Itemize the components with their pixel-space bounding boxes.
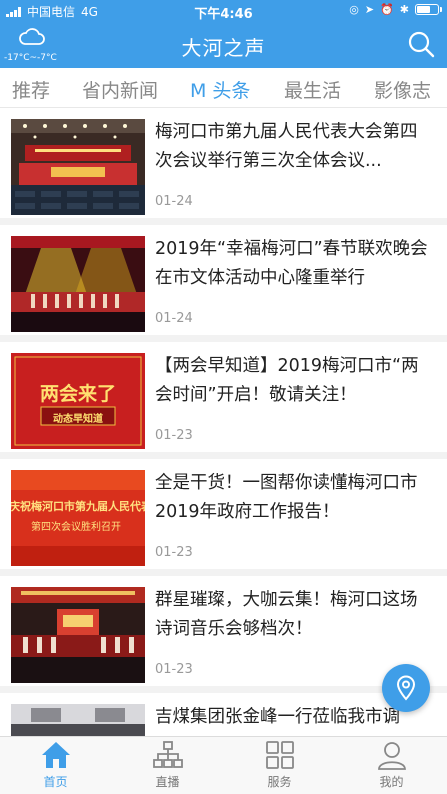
nav-home[interactable]: 首页 [0,737,111,794]
news-item[interactable]: 群星璀璨，大咖云集！梅河口这场诗词音乐会够档次！ 01-23 [0,576,447,686]
nav-live-label: 直播 [155,775,180,789]
search-icon [408,31,435,58]
news-item[interactable]: 梅河口市第九届人民代表大会第四次会议举行第三次全体会议... 01-24 [0,108,447,218]
category-tabs: 推荐 省内新闻 M 头条 最生活 影像志 [0,68,447,108]
news-title: 梅河口市第九届人民代表大会第四次会议举行第三次全体会议... [155,122,418,171]
news-thumbnail [11,236,145,332]
tab-image-journal[interactable]: 影像志 [374,76,431,103]
location-arrow-icon: ➤ [364,3,375,16]
nav-services-label: 服务 [267,775,292,789]
news-title: 2019年“幸福梅河口”春节联欢晚会在市文体活动中心隆重举行 [155,239,428,288]
thumbnail-subline: 动态早知道 [53,414,103,425]
news-thumbnail [11,587,145,683]
news-thumbnail [11,704,145,736]
news-thumbnail [11,119,145,215]
tab-recommend[interactable]: 推荐 [12,76,50,103]
top-header: 中国电信 4G 下午4:46 ◎ ➤ ⏰ ✱ -17°C~-7°C 大河之声 [0,0,447,68]
news-title: 【两会早知道】2019梅河口市“两会时间”开启！敬请关注！ [155,356,419,405]
news-date: 01-24 [155,311,193,326]
news-item[interactable]: 庆祝梅河口市第九届人民代表 第四次会议胜利召开 全是干货！一图帮你读懂梅河口市2… [0,459,447,569]
battery-icon [415,4,442,15]
news-date: 01-23 [155,428,193,443]
news-date: 01-24 [155,194,193,209]
news-thumbnail: 庆祝梅河口市第九届人民代表 第四次会议胜利召开 [11,470,145,566]
thumbnail-headline: 两会来了 [39,383,116,405]
news-item[interactable]: 吉煤集团张金峰一行莅临我市调 [0,693,447,736]
thumbnail-subline: 第四次会议胜利召开 [31,522,121,533]
user-icon [378,742,406,770]
news-thumbnail: 两会来了 动态早知道 [11,353,145,449]
bottom-nav: 首页 直播 服务 我的 [0,736,447,794]
alarm-icon: ⏰ [380,3,394,16]
news-date: 01-23 [155,662,193,677]
search-button[interactable] [407,30,435,58]
nav-home-label: 首页 [43,775,68,789]
news-title: 群星璀璨，大咖云集！梅河口这场诗词音乐会够档次！ [155,590,418,639]
bluetooth-icon: ✱ [399,3,409,16]
rotation-lock-icon: ◎ [349,3,359,16]
tab-provincial-news[interactable]: 省内新闻 [82,76,158,103]
news-item[interactable]: 2019年“幸福梅河口”春节联欢晚会在市文体活动中心隆重举行 01-24 [0,225,447,335]
location-pin-icon [396,675,416,701]
nav-mine-label: 我的 [379,775,404,789]
app-title: 大河之声 [181,36,266,60]
home-icon [42,742,70,768]
status-bar: 中国电信 4G 下午4:46 ◎ ➤ ⏰ ✱ [0,0,447,22]
live-network-icon [153,741,183,768]
news-item[interactable]: 两会来了 动态早知道 【两会早知道】2019梅河口市“两会时间”开启！敬请关注！… [0,342,447,452]
news-title: 全是干货！一图帮你读懂梅河口市2019年政府工作报告！ [155,473,418,522]
nav-live[interactable]: 直播 [112,737,223,794]
nav-services[interactable]: 服务 [224,737,335,794]
nav-mine[interactable]: 我的 [336,737,447,794]
news-list: 梅河口市第九届人民代表大会第四次会议举行第三次全体会议... 01-24 201… [0,108,447,736]
location-button[interactable] [382,664,430,712]
thumbnail-headline: 庆祝梅河口市第九届人民代表 [11,500,145,513]
tab-m-headlines[interactable]: M 头条 [190,76,250,103]
grid-services-icon [266,741,294,769]
news-date: 01-23 [155,545,193,560]
tab-best-life[interactable]: 最生活 [284,76,341,103]
